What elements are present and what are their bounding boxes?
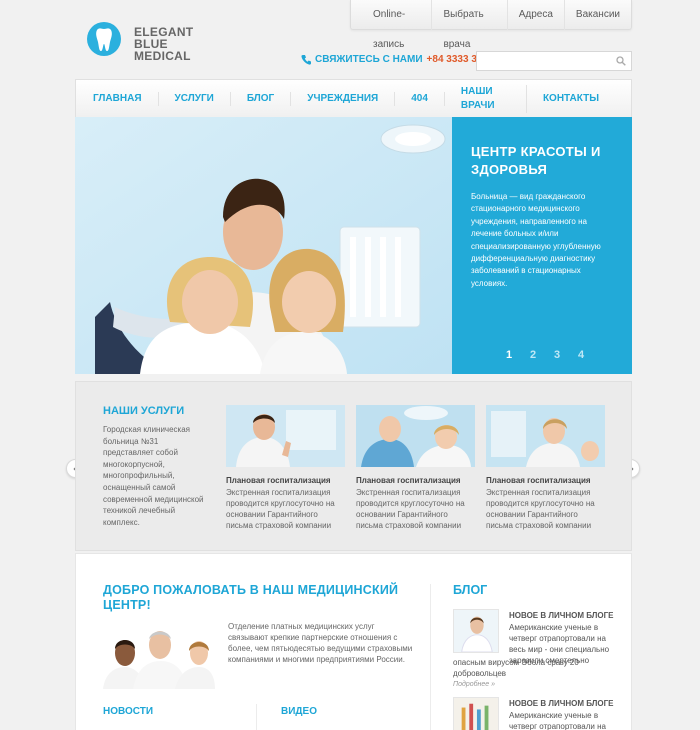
blog-post-heading[interactable]: НОВОЕ В ЛИЧНОМ БЛОГЕ <box>509 611 619 620</box>
nav-item-doctors[interactable]: НАШИ ВРАЧИ <box>461 84 527 113</box>
phone-icon <box>301 55 311 65</box>
top-links-bar: Online-запись Выбрать врача Адреса Вакан… <box>350 0 632 50</box>
video-title: ВИДЕО <box>281 706 317 717</box>
hero-page-3[interactable]: 3 <box>554 349 578 361</box>
toplink-vacancies[interactable]: Вакансии <box>563 0 631 30</box>
services-section: НАШИ УСЛУГИ Городская клиническая больни… <box>75 381 632 551</box>
main-nav: ГЛАВНАЯ УСЛУГИ БЛОГ УЧРЕЖДЕНИЯ 404 НАШИ … <box>75 79 632 117</box>
blog-post-heading[interactable]: НОВОЕ В ЛИЧНОМ БЛОГЕ <box>509 699 619 708</box>
toplink-addresses[interactable]: Адреса <box>506 0 564 30</box>
blog-title: БЛОГ <box>453 583 488 597</box>
blog-post[interactable]: НОВОЕ В ЛИЧНОМ БЛОГЕ Американские ученые… <box>453 609 614 699</box>
service-card-text: Экстренная госпитализация проводится кру… <box>486 488 595 530</box>
nav-item-404[interactable]: 404 <box>411 91 445 106</box>
news-title: НОВОСТИ <box>103 706 154 717</box>
hero-pager: 1 2 3 4 <box>506 349 602 361</box>
service-card-image <box>356 405 475 467</box>
hero-family-photo <box>75 117 452 374</box>
nav-item-services[interactable]: УСЛУГИ <box>175 91 231 106</box>
service-card-title: Плановая госпитализация <box>356 476 461 485</box>
welcome-text: Отделение платных медицинских услуг связ… <box>228 622 413 664</box>
blog-post-thumbnail <box>453 697 499 730</box>
nav-item-blog[interactable]: БЛОГ <box>247 91 292 106</box>
nav-item-home[interactable]: ГЛАВНАЯ <box>93 91 159 106</box>
blog-post-text-cont: опасным вирусом Эбола сразу 20 доброволь… <box>453 658 579 678</box>
doctors-team-image <box>103 623 215 689</box>
tooth-logo-icon <box>87 22 121 56</box>
service-card-text: Экстренная госпитализация проводится кру… <box>226 488 335 530</box>
hero-page-2[interactable]: 2 <box>530 349 554 361</box>
service-card[interactable]: Плановая госпитализация Экстренная госпи… <box>226 405 345 531</box>
hero-page-4[interactable]: 4 <box>578 349 602 361</box>
site-logo[interactable]: ELEGANT BLUE MEDICAL <box>86 20 196 60</box>
search-input[interactable] <box>477 52 607 70</box>
hero-page-1[interactable]: 1 <box>506 349 530 361</box>
logo-text: ELEGANT BLUE MEDICAL <box>134 26 193 60</box>
welcome-title: ДОБРО ПОЖАЛОВАТЬ В НАШ МЕДИЦИНСКИЙ ЦЕНТР… <box>103 583 399 612</box>
blog-post-more-link[interactable]: Подробнее » <box>453 681 495 688</box>
hero-info-panel: ЦЕНТР КРАСОТЫ И ЗДОРОВЬЯ Больница — вид … <box>452 117 632 374</box>
toplink-choose-doctor[interactable]: Выбрать врача <box>431 0 506 50</box>
service-card-image <box>486 405 605 467</box>
search-icon[interactable] <box>616 56 626 66</box>
nav-item-contacts[interactable]: КОНТАКТЫ <box>543 92 615 106</box>
hero-slider: ЦЕНТР КРАСОТЫ И ЗДОРОВЬЯ Больница — вид … <box>75 117 632 374</box>
service-card-title: Плановая госпитализация <box>226 476 331 485</box>
hero-title: ЦЕНТР КРАСОТЫ И ЗДОРОВЬЯ <box>471 144 601 177</box>
blog-post-text: Американские ученые в четверг отрапортов… <box>509 711 606 730</box>
services-description: Городская клиническая больница №31 предс… <box>103 425 204 527</box>
hero-description: Больница — вид гражданского стационарног… <box>471 192 601 288</box>
service-card-title: Плановая госпитализация <box>486 476 591 485</box>
contact-label: СВЯЖИТЕСЬ С НАМИ <box>315 54 423 65</box>
contact-line: СВЯЖИТЕСЬ С НАМИ +84 3333 3333 <box>301 54 494 65</box>
service-card-text: Экстренная госпитализация проводится кру… <box>356 488 465 530</box>
logo-line-3: MEDICAL <box>134 49 191 60</box>
service-card[interactable]: Плановая госпитализация Экстренная госпи… <box>356 405 475 531</box>
services-title: НАШИ УСЛУГИ <box>103 405 185 417</box>
column-divider <box>256 704 257 730</box>
sidebar-divider <box>430 584 431 730</box>
main-content: ДОБРО ПОЖАЛОВАТЬ В НАШ МЕДИЦИНСКИЙ ЦЕНТР… <box>75 553 632 730</box>
toplink-online-booking[interactable]: Online-запись <box>351 0 431 50</box>
blog-post-thumbnail <box>453 609 499 653</box>
nav-item-institutions[interactable]: УЧРЕЖДЕНИЯ <box>307 91 396 106</box>
service-card-image <box>226 405 345 467</box>
service-card[interactable]: Плановая госпитализация Экстренная госпи… <box>486 405 605 531</box>
blog-post[interactable]: НОВОЕ В ЛИЧНОМ БЛОГЕ Американские ученые… <box>453 697 614 730</box>
search-box <box>476 51 632 71</box>
